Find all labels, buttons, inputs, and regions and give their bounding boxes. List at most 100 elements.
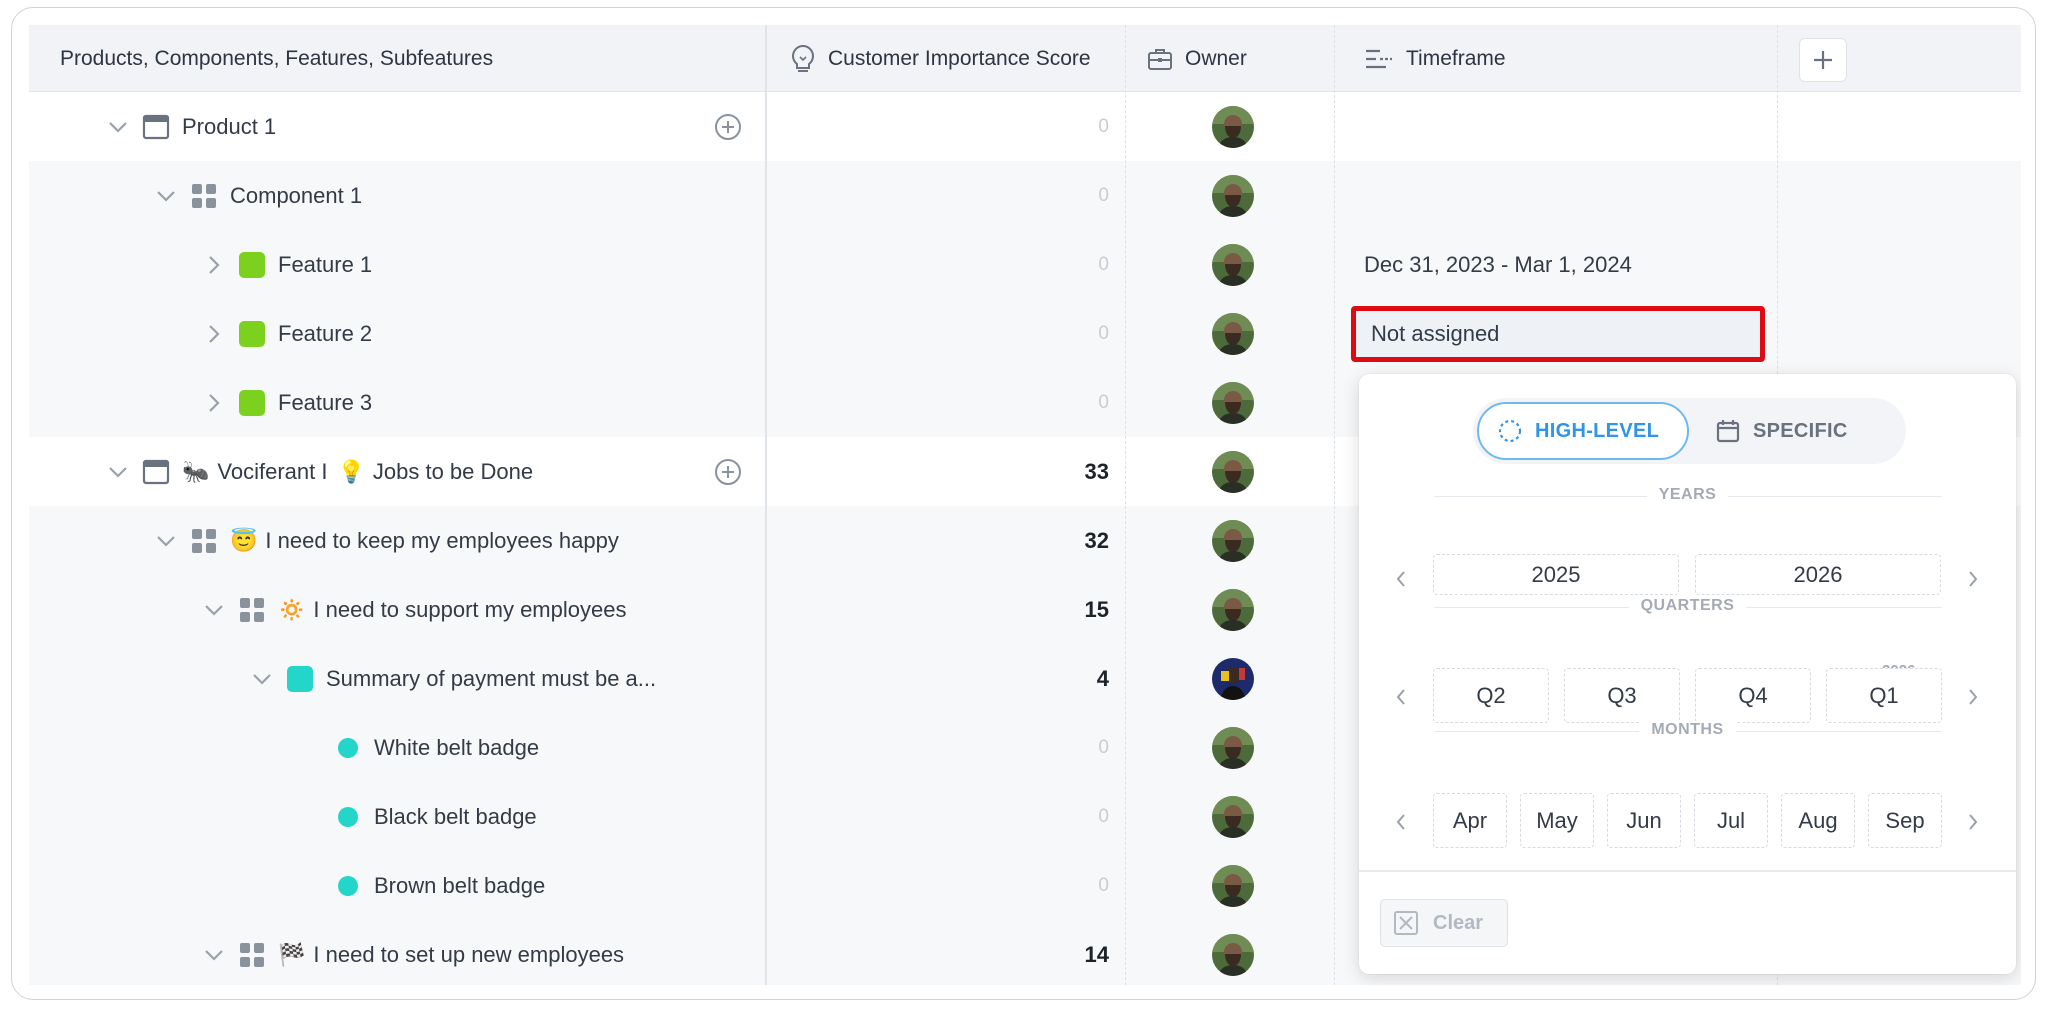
quarter-chip-q2[interactable]: Q2 [1433,668,1549,723]
name-cell[interactable]: Black belt badge [29,782,765,851]
column-header-name[interactable]: Products, Components, Features, Subfeatu… [60,25,493,92]
months-section-title: MONTHS [1359,721,2016,739]
years-prev-button[interactable] [1389,567,1413,591]
owner-avatar[interactable] [1212,382,1254,424]
owner-avatar[interactable] [1212,106,1254,148]
table-row[interactable]: Feature 1 0 Dec 31, 2023 - Mar 1, 2024 [29,230,2021,299]
owner-avatar[interactable] [1212,589,1254,631]
name-cell[interactable]: Component 1 [29,161,765,230]
owner-avatar[interactable] [1212,796,1254,838]
chevron-down-icon[interactable] [104,113,132,141]
name-cell[interactable]: Feature 2 [29,299,765,368]
chevron-down-icon[interactable] [248,665,276,693]
month-chip-may[interactable]: May [1520,793,1594,848]
score-cell[interactable]: 14 [769,920,1109,985]
month-chip-aug[interactable]: Aug [1781,793,1855,848]
clear-button[interactable]: Clear [1380,899,1508,947]
quarter-chip-q3[interactable]: Q3 [1564,668,1680,723]
score-cell[interactable]: 0 [769,299,1109,368]
column-header-score[interactable]: Customer Importance Score [790,25,1091,92]
table-row[interactable]: Component 1 0 [29,161,2021,230]
name-cell[interactable]: White belt badge [29,713,765,782]
owner-avatar[interactable] [1212,451,1254,493]
column-header-timeframe[interactable]: Timeframe [1364,25,1506,92]
month-chip-jun[interactable]: Jun [1607,793,1681,848]
timeframe-cell[interactable]: Dec 31, 2023 - Mar 1, 2024 [1364,230,1632,299]
add-child-icon[interactable] [713,457,743,493]
quarter-chip-q1[interactable]: Q1 [1826,668,1942,723]
score-cell[interactable]: 4 [769,644,1109,713]
column-name-label: Products, Components, Features, Subfeatu… [60,46,494,70]
add-child-icon[interactable] [713,112,743,148]
quarter-chip-q4[interactable]: Q4 [1695,668,1811,723]
score-cell[interactable]: 0 [769,368,1109,437]
name-cell[interactable]: 🔅 I need to support my employees [29,575,765,644]
emoji-icon: 🏁 [278,941,306,967]
row-name-label: Black belt badge [374,803,537,829]
score-cell[interactable]: 0 [769,92,1109,161]
feature-square-icon [238,251,266,279]
year-chip-2026[interactable]: 2026 [1695,554,1941,595]
owner-avatar[interactable] [1212,313,1254,355]
chevron-down-icon[interactable] [200,941,228,969]
table-header: Products, Components, Features, Subfeatu… [29,25,2021,92]
owner-avatar[interactable] [1212,934,1254,976]
name-cell[interactable]: 😇 I need to keep my employees happy [29,506,765,575]
month-chip-sep[interactable]: Sep [1868,793,1942,848]
timeframe-cell-focused[interactable]: Not assigned [1351,306,1765,362]
feature-square-icon [286,665,314,693]
score-cell[interactable]: 15 [769,575,1109,644]
owner-avatar[interactable] [1212,658,1254,700]
chevron-right-icon[interactable] [200,320,228,348]
month-chip-jul[interactable]: Jul [1694,793,1768,848]
chevron-right-icon [1969,814,1978,830]
score-cell[interactable]: 0 [769,161,1109,230]
quarters-prev-button[interactable] [1389,685,1413,709]
owner-avatar[interactable] [1212,244,1254,286]
chevron-down-icon[interactable] [200,596,228,624]
high-level-mode-button[interactable]: HIGH-LEVEL [1477,402,1689,460]
name-cell[interactable]: Feature 3 [29,368,765,437]
row-name-label: Component 1 [230,182,363,208]
year-chip-2025[interactable]: 2025 [1433,554,1679,595]
owner-avatar[interactable] [1212,175,1254,217]
owner-avatar[interactable] [1212,727,1254,769]
score-cell[interactable]: 33 [769,437,1109,506]
chevron-down-icon[interactable] [152,182,180,210]
add-column-button[interactable] [1799,38,1847,82]
row-name-label: Feature 1 [278,251,373,277]
months-next-button[interactable] [1961,810,1985,834]
chevron-down-icon[interactable] [152,527,180,555]
clear-label: Clear [1433,911,1484,934]
name-cell[interactable]: 🐜 Vociferant I 💡 Jobs to be Done [29,437,765,506]
name-cell[interactable]: Summary of payment must be a... [29,644,765,713]
column-header-owner[interactable]: Owner [1147,25,1247,92]
score-cell[interactable]: 0 [769,782,1109,851]
table-row[interactable]: Product 1 0 [29,92,2021,161]
chevron-right-icon[interactable] [200,251,228,279]
name-cell[interactable]: Product 1 [29,92,765,161]
component-grid-icon [190,527,218,555]
owner-avatar[interactable] [1212,520,1254,562]
chevron-down-icon[interactable] [104,458,132,486]
score-cell[interactable]: 0 [769,851,1109,920]
plus-icon [1814,51,1832,69]
emoji-icon: 😇 [230,527,258,553]
name-cell[interactable]: Feature 1 [29,230,765,299]
quarters-next-button[interactable] [1961,685,1985,709]
score-cell[interactable]: 0 [769,230,1109,299]
name-cell[interactable]: Brown belt badge [29,851,765,920]
specific-mode-button[interactable]: SPECIFIC [1703,402,1893,460]
owner-avatar[interactable] [1212,865,1254,907]
month-chip-apr[interactable]: Apr [1433,793,1507,848]
years-next-button[interactable] [1961,567,1985,591]
name-cell[interactable]: 🏁 I need to set up new employees [29,920,765,985]
lightbulb-icon [790,44,816,74]
score-cell[interactable]: 32 [769,506,1109,575]
chevron-right-icon[interactable] [200,389,228,417]
subfeature-dot-icon [334,872,362,900]
months-prev-button[interactable] [1389,810,1413,834]
score-cell[interactable]: 0 [769,713,1109,782]
quarters-section-title: QUARTERS [1359,597,2016,615]
